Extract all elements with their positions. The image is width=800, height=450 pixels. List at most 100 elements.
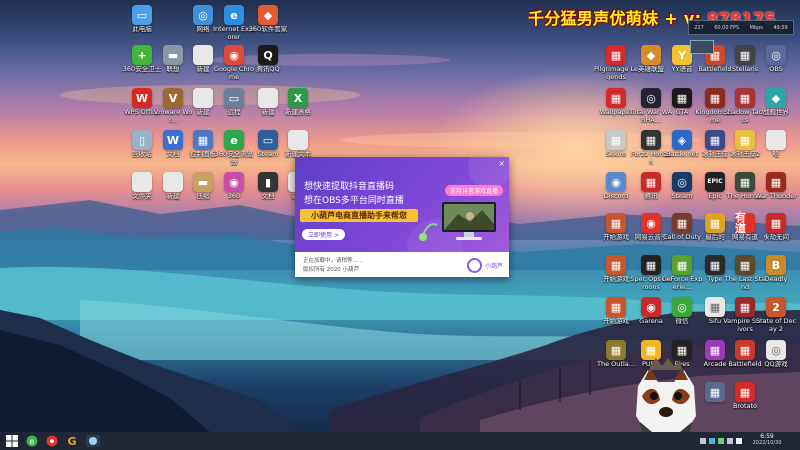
app-icon: ▦: [766, 213, 786, 233]
obs-taskbar-icon[interactable]: [86, 435, 100, 447]
popup-headline-1: 想快速提取抖音直播码: [304, 182, 395, 192]
app-icon: ◉: [641, 213, 661, 233]
app-icon: 2: [766, 297, 786, 317]
app-icon: ◎: [641, 88, 661, 108]
desktop-shortcut[interactable]: ◉ Google Chrome: [214, 45, 254, 81]
desktop-shortcut[interactable]: ▦ 开始游戏: [599, 255, 633, 284]
monitor-illustration: [442, 202, 496, 240]
app-icon: ▦: [735, 88, 755, 108]
overlay-headline: 千分猛男声优萌妹 + v:: [528, 9, 702, 28]
app-icon: ▮: [258, 172, 278, 192]
desktop-shortcut[interactable]: ◉ Discord: [599, 172, 633, 201]
app-icon: ◉: [224, 45, 244, 65]
shortcut-label: 360软件管家: [248, 26, 288, 33]
xiaohulu-logo: 小葫芦: [467, 258, 503, 273]
system-tray-icons[interactable]: [700, 435, 744, 447]
app-icon: ▦: [606, 45, 626, 65]
desktop-shortcut[interactable]: ▦ 永劫无间: [759, 213, 793, 242]
popup-headline-2: 想在OBS多平台同时直播: [304, 196, 404, 206]
netease-music-taskbar-icon[interactable]: [46, 435, 58, 447]
desktop-shortcut[interactable]: B Deadly: [759, 255, 793, 284]
desktop-shortcut[interactable]: ▦ Pilgrimage Legends: [594, 45, 638, 81]
desktop-shortcut[interactable]: V Vmware Wor...: [154, 88, 192, 124]
app-icon: ▦: [705, 255, 725, 275]
app-icon: ▦: [672, 213, 692, 233]
desktop-shortcut[interactable]: ▦ Forza Horizon: [631, 130, 671, 166]
desktop-shortcut[interactable]: ◆ 战舰世界: [759, 88, 793, 117]
desktop-shortcut[interactable]: ▦ War Thunder: [755, 172, 797, 201]
obs-stat: 227: [694, 24, 704, 31]
desktop-shortcut[interactable]: 新建文本: [281, 130, 315, 159]
desktop-shortcut[interactable]: ◎ QQ游戏: [759, 340, 793, 369]
xiaohulu-popup: × 想快速提取抖音直播码 想在OBS多平台同时直播 小葫芦电商直播助手来帮您 立…: [295, 157, 509, 277]
use-now-button[interactable]: 立即使用 >: [302, 229, 345, 240]
obs-stat: Mbps: [749, 24, 763, 31]
popup-footer: 正在加载中，请稍等...... 版权所有 2020 小葫芦 小葫芦: [295, 252, 509, 277]
desktop-shortcut[interactable]: ◎ OBS: [759, 45, 793, 74]
app-icon: X: [288, 88, 308, 108]
desktop-shortcut[interactable]: Q 腾讯QQ: [251, 45, 285, 74]
app-icon: Y: [672, 45, 692, 65]
close-icon[interactable]: ×: [498, 159, 505, 168]
app-icon: B: [766, 255, 786, 275]
desktop-shortcut[interactable]: ◆ 360软件管家: [249, 5, 287, 34]
app-icon: ◎: [672, 172, 692, 192]
app-icon: ◈: [672, 130, 692, 150]
app-icon: e: [224, 5, 244, 25]
desktop-shortcut[interactable]: ▦: [698, 382, 732, 403]
app-icon: ▭: [258, 130, 278, 150]
obs-stat: 60.00 FPS: [714, 24, 740, 31]
desktop-shortcut[interactable]: ▭ 此电脑: [125, 5, 159, 34]
clock-time[interactable]: 6:59: [748, 433, 786, 440]
app-icon: ▦: [735, 130, 755, 150]
desktop-shortcut[interactable]: X 新建表格: [281, 88, 315, 117]
shortcut-label: 新建表格: [285, 109, 311, 116]
app-icon: ▦: [641, 130, 661, 150]
shortcut-label: War Thunder: [755, 193, 797, 200]
obs-preview-thumbnail[interactable]: [690, 40, 714, 54]
app-icon: ▭: [132, 5, 152, 25]
windows-start-icon[interactable]: [6, 435, 18, 447]
app-icon: ▦: [705, 88, 725, 108]
desktop-shortcut[interactable]: ▦ Wallpaper: [599, 88, 633, 117]
app-icon: ▦: [641, 255, 661, 275]
app-icon: V: [163, 88, 183, 108]
desktop-shortcut[interactable]: ▦ The Outla...: [597, 340, 635, 369]
app-icon: ◆: [258, 5, 278, 25]
shortcut-label: 哈: [772, 151, 780, 158]
desktop-shortcut[interactable]: ▦ 开始游戏: [599, 213, 633, 242]
app-icon: ◆: [641, 45, 661, 65]
app-icon: ▦: [705, 213, 725, 233]
desktop-shortcut[interactable]: ▦ Brotato: [728, 382, 762, 411]
desktop-shortcut[interactable]: ▦ GeForce Experie...: [662, 255, 702, 291]
app-icon: W: [132, 88, 152, 108]
svg-text:e: e: [30, 437, 35, 446]
desktop-shortcut[interactable]: ◎ Total War WARHA...: [630, 88, 672, 124]
desktop-shortcut[interactable]: ▦ The Last Stand: [725, 255, 765, 291]
clock-date[interactable]: 2022/10/30: [744, 440, 790, 446]
app-icon: [258, 88, 278, 108]
desktop-shortcut[interactable]: 2 State of Decay 2: [756, 297, 796, 333]
app-icon: ◉: [224, 172, 244, 192]
desktop-shortcut[interactable]: ▦ Shadow Tactics: [724, 88, 766, 124]
desktop-shortcut[interactable]: ▦ 开始游戏: [599, 297, 633, 326]
app-icon: [163, 172, 183, 192]
desktop-shortcut[interactable]: e 360安全浏览器: [215, 130, 253, 166]
google-taskbar-icon[interactable]: G: [66, 435, 78, 447]
app-icon: ◎: [672, 297, 692, 317]
desktop-shortcut[interactable]: ▦ Sekiro: [599, 130, 633, 159]
app-icon: ▦: [705, 130, 725, 150]
app-icon: ◉: [606, 172, 626, 192]
app-icon: ▬: [193, 172, 213, 192]
desktop-shortcut[interactable]: e Internet Explorer: [213, 5, 255, 41]
desktop-shortcut[interactable]: 哈: [759, 130, 793, 159]
app-icon: ◉: [641, 297, 661, 317]
shortcut-label: State of Decay 2: [755, 318, 797, 333]
app-icon: ▦: [705, 382, 725, 402]
app-icon: ▦: [672, 88, 692, 108]
shortcut-label: QQ游戏: [764, 361, 788, 368]
app-icon: ◎: [193, 5, 213, 25]
app-icon: ▦: [735, 382, 755, 402]
360-browser-taskbar-icon[interactable]: e: [26, 435, 38, 447]
app-icon: ▦: [705, 297, 725, 317]
